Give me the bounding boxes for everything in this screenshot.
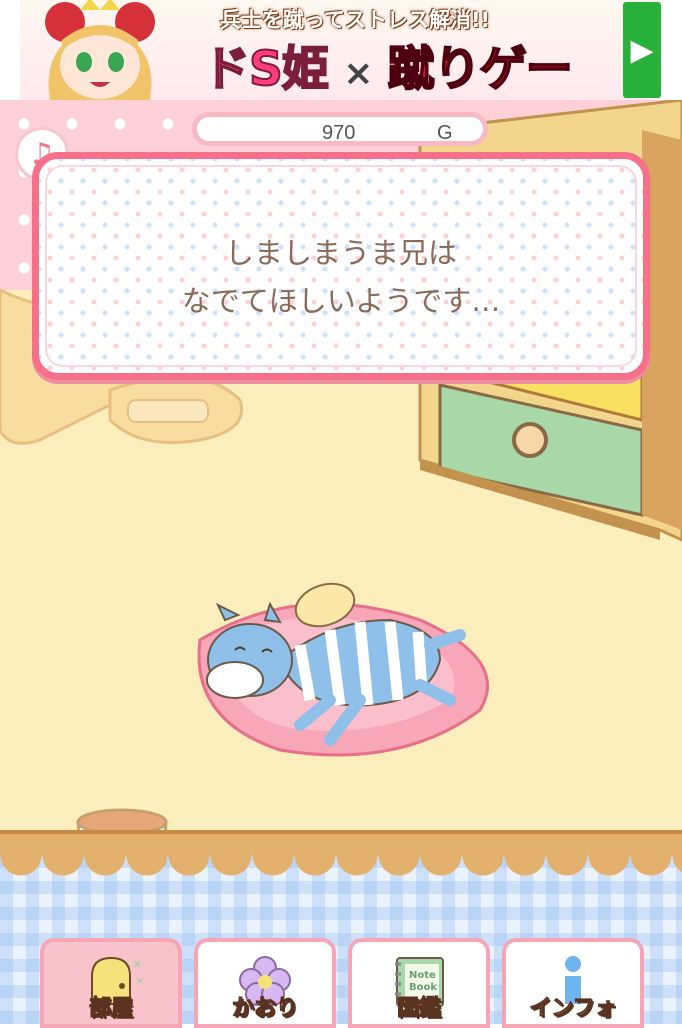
nav-room-button[interactable]: × × 部屋 — [40, 938, 182, 1028]
message-line-2: なでてほしいようです… — [181, 284, 501, 318]
princess-character-image — [45, 0, 155, 100]
ad-headline-b: 蹴りゲー — [387, 41, 574, 98]
money-counter: 970 G — [192, 112, 488, 146]
message-line-1: しましまうま兄は — [224, 236, 457, 270]
svg-text:×: × — [132, 957, 142, 971]
ad-banner[interactable]: 兵士を蹴ってストレス解消!! ドS姫 × 蹴りゲー ▶ — [20, 0, 661, 101]
message-dialog[interactable]: しましまうま兄は なでてほしいようです… — [32, 152, 650, 380]
ad-headline-a: ドS姫 — [202, 41, 330, 98]
svg-text:×: × — [136, 976, 144, 987]
message-text: しましまうま兄は なでてほしいようです… — [39, 229, 643, 325]
money-amount: 970 — [322, 122, 356, 144]
nav-encyclopedia-button[interactable]: Note Book 図鑑 — [348, 938, 490, 1028]
nav-encyclopedia-label: 図鑑 — [396, 996, 441, 1022]
ad-headline: ドS姫 × 蹴りゲー — [202, 30, 574, 99]
nav-room-label: 部屋 — [88, 996, 133, 1022]
play-arrow-icon: ▶ — [630, 32, 654, 68]
nav-info-button[interactable]: インフォ — [502, 938, 644, 1028]
nav-scent-label: かおり — [231, 996, 298, 1022]
ad-headline-x: × — [343, 53, 373, 94]
nav-scent-button[interactable]: かおり — [194, 938, 336, 1028]
ad-arrow-button[interactable]: ▶ — [623, 2, 661, 98]
money-unit: G — [437, 122, 453, 144]
notebook-label-1: Note — [409, 970, 436, 981]
nav-info-label: インフォ — [529, 996, 617, 1022]
scallop-edge — [0, 855, 682, 879]
